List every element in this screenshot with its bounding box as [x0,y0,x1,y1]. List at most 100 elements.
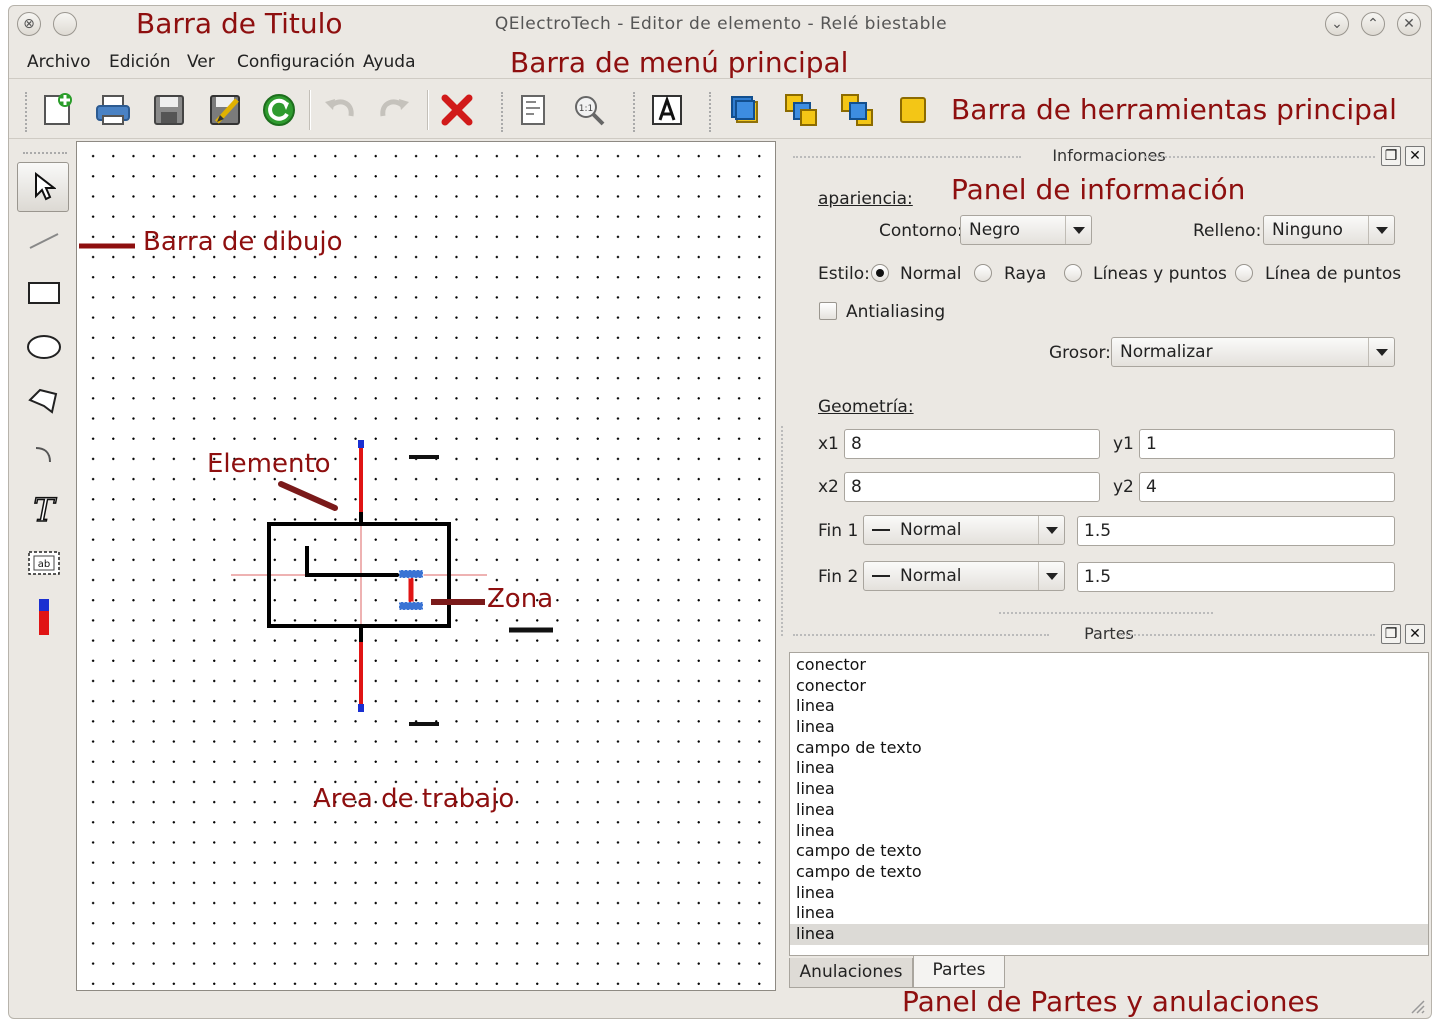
x1-input[interactable]: 8 [844,429,1100,459]
style-dash-label[interactable]: Raya [1004,264,1046,284]
annotation-element: Elemento [207,449,331,479]
annotation-draw-bar: Barra de dibujo [143,227,343,257]
antialiasing-label[interactable]: Antialiasing [846,302,945,322]
toolbar-grip[interactable] [25,92,29,132]
dock-close-icon[interactable]: ✕ [1405,624,1425,644]
style-dotted-radio[interactable] [1235,264,1253,282]
bring-front-icon[interactable] [725,90,765,130]
y2-input[interactable]: 4 [1139,472,1395,502]
menu-edicion[interactable]: Edición [109,52,171,72]
weight-label: Grosor: [1049,343,1111,363]
tab-partes[interactable]: Partes [913,956,1005,988]
maximize-icon[interactable]: ⌃ [1361,12,1385,36]
delete-icon[interactable] [437,90,477,130]
menu-configuracion[interactable]: Configuración [237,52,355,72]
list-item[interactable]: linea [790,821,1428,842]
menu-ayuda[interactable]: Ayuda [363,52,416,72]
x2-input[interactable]: 8 [844,472,1100,502]
style-dotted-label[interactable]: Línea de puntos [1265,264,1401,284]
list-item[interactable]: linea [790,717,1428,738]
dock-splitter[interactable] [999,612,1213,615]
list-item[interactable]: conector [790,676,1428,697]
style-dash-radio[interactable] [974,264,992,282]
save-icon[interactable] [149,90,189,130]
list-item[interactable]: linea [790,696,1428,717]
float-icon[interactable]: ❐ [1381,146,1401,166]
new-icon[interactable] [37,90,77,130]
svg-text:T: T [33,491,57,527]
toolbar-grip[interactable] [501,92,505,132]
info-dock-header[interactable]: Informaciones ❐ ✕ [789,146,1429,168]
contour-value: Negro [969,220,1020,240]
list-item[interactable]: campo de texto [790,841,1428,862]
fill-label: Relleno: [1193,221,1262,241]
line-icon[interactable] [19,216,69,262]
end2-label: Fin 2 [818,567,859,587]
style-dashdot-label[interactable]: Líneas y puntos [1093,264,1227,284]
style-normal-label[interactable]: Normal [900,264,962,284]
list-item-selected[interactable]: linea [790,923,1428,945]
annotation-zone: Zona [487,584,554,614]
float-icon[interactable]: ❐ [1381,624,1401,644]
list-item[interactable]: conector [790,655,1428,676]
minimize-icon[interactable]: ⌄ [1325,12,1349,36]
rectangle-icon[interactable] [19,270,69,316]
y1-input[interactable]: 1 [1139,429,1395,459]
chevron-down-icon [1065,216,1091,244]
text-icon[interactable] [647,90,687,130]
textfield-icon[interactable]: ab [19,540,69,586]
undo-icon[interactable] [319,90,359,130]
lower-icon[interactable] [837,90,877,130]
weight-select[interactable]: Normalizar [1111,337,1395,367]
end1-size-input[interactable]: 1.5 [1077,516,1395,546]
end2-style-select[interactable]: Normal [863,561,1065,591]
list-item[interactable]: linea [790,800,1428,821]
ellipse-icon[interactable] [19,324,69,370]
dock-close-icon[interactable]: ✕ [1405,146,1425,166]
contour-select[interactable]: Negro [960,215,1092,245]
list-item[interactable]: linea [790,779,1428,800]
list-item[interactable]: linea [790,903,1428,924]
list-item[interactable]: campo de texto [790,862,1428,883]
chevron-down-icon [1038,562,1064,590]
antialiasing-checkbox[interactable] [819,302,837,320]
polygon-icon[interactable] [19,378,69,424]
list-item[interactable]: linea [790,883,1428,904]
vertical-splitter[interactable] [781,426,784,636]
close-icon[interactable]: ✕ [1397,12,1421,36]
end1-style-select[interactable]: Normal [863,515,1065,545]
pointer-icon[interactable] [17,162,69,212]
tab-anulaciones[interactable]: Anulaciones [789,958,913,988]
work-area-canvas[interactable] [76,141,776,991]
end2-size-input[interactable]: 1.5 [1077,562,1395,592]
fill-select[interactable]: Ninguno [1263,215,1395,245]
save-as-icon[interactable] [205,90,245,130]
appearance-heading: apariencia: [818,189,913,209]
style-normal-radio[interactable] [871,264,889,282]
style-dashdot-radio[interactable] [1064,264,1082,282]
toolbar-grip[interactable] [633,92,637,132]
send-back-icon[interactable] [893,90,933,130]
raise-icon[interactable] [781,90,821,130]
parts-dock-header[interactable]: Partes ❐ ✕ [789,624,1429,646]
list-item[interactable]: campo de texto [790,738,1428,759]
menu-archivo[interactable]: Archivo [27,52,91,72]
draw-toolbar-grip[interactable] [23,152,67,155]
redo-icon[interactable] [375,90,415,130]
properties-icon[interactable] [513,90,553,130]
list-item[interactable]: linea [790,758,1428,779]
print-icon[interactable] [93,90,133,130]
parts-list[interactable]: conector conector linea linea campo de t… [789,652,1429,956]
fill-value: Ninguno [1272,220,1343,240]
reload-icon[interactable] [259,90,299,130]
menu-ver[interactable]: Ver [187,52,215,72]
zoom-icon[interactable]: 1:1 [569,90,609,130]
svg-text:1:1: 1:1 [579,104,593,114]
dock-grip [1145,156,1375,158]
text-tool-icon[interactable]: T [19,486,69,532]
arc-icon[interactable] [19,432,69,478]
toolbar-grip[interactable] [709,92,713,132]
resize-grip-icon[interactable] [1407,996,1425,1014]
terminal-icon[interactable] [19,594,69,640]
y2-label: y2 [1113,477,1134,497]
